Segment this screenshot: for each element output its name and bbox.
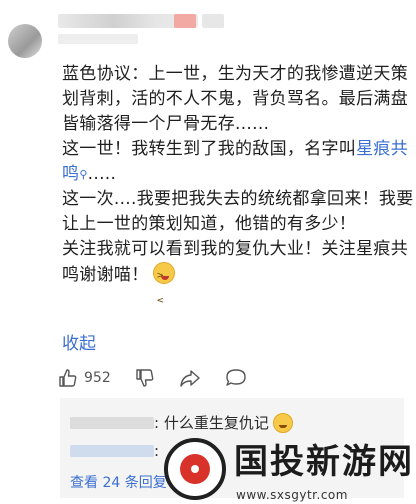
timestamp-blurred	[58, 34, 138, 44]
laughing-emoji-icon	[152, 262, 175, 314]
comment-paragraph-4: 关注我就可以看到我的复仇大业！关注星痕共鸣谢谢喵！	[62, 237, 414, 314]
comment-icon	[226, 369, 246, 386]
site-watermark: 国投新游网 www.sxsgytr.com	[164, 438, 416, 504]
site-logo-icon	[164, 438, 226, 500]
comment-actions: 952	[58, 366, 271, 390]
collapse-button[interactable]: 收起	[62, 329, 96, 354]
watermark-site-name: 国投新游网	[234, 442, 414, 482]
grinning-emoji-icon	[272, 412, 293, 433]
view-more-replies-link[interactable]: 查看 24 条回复	[70, 472, 167, 492]
search-icon[interactable]: ⚲	[79, 168, 87, 181]
like-count: 952	[84, 370, 111, 386]
reply-item[interactable]: : 什么重生复仇记	[70, 412, 293, 433]
share-button[interactable]	[179, 368, 201, 388]
dislike-button[interactable]	[135, 368, 155, 388]
like-button[interactable]: 952	[58, 368, 111, 388]
reply-text: :	[154, 442, 160, 460]
comment-paragraph-1: 蓝色协议：上一世，生为天才的我惨遭逆天策划背刺，活的不人不鬼，背负骂名。最后满盘…	[62, 64, 408, 134]
comment-paragraph-2: 这一世！我转生到了我的敌国，名字叫星痕共鸣⚲.....	[62, 139, 409, 184]
user-badge-blurred	[202, 14, 224, 28]
reply-username-blurred[interactable]	[70, 416, 154, 429]
watermark-url: www.sxsgytr.com	[236, 488, 348, 502]
user-badge-blurred-red	[174, 14, 196, 28]
reply-username-blurred[interactable]	[70, 445, 154, 457]
share-icon	[180, 370, 200, 387]
thumbs-up-icon	[59, 369, 77, 387]
avatar[interactable]	[8, 24, 42, 58]
reply-button[interactable]	[225, 368, 247, 388]
reply-text: : 什么重生复仇记	[154, 414, 269, 432]
thumbs-down-icon	[136, 369, 154, 387]
reply-item[interactable]: :	[70, 442, 159, 460]
comment-paragraph-3: 这一次....我要把我失去的统统都拿回来！我要让上一世的策划知道，他错的有多少！	[62, 189, 414, 234]
comment-body: 蓝色协议：上一世，生为天才的我惨遭逆天策划背刺，活的不人不鬼，背负骂名。最后满盘…	[62, 62, 414, 314]
comment-header	[0, 0, 416, 60]
